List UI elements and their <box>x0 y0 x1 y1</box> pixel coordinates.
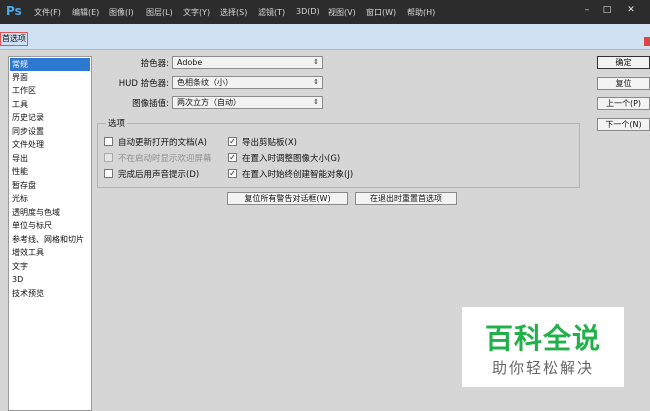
menu-edit[interactable]: 编辑(E) <box>72 7 99 18</box>
options-group-title: 选项 <box>106 117 128 129</box>
dropdown-arrow-icon: ⇕ <box>313 58 319 66</box>
no-welcome-screen-label: 不在启动时显示欢迎屏幕 <box>118 154 212 164</box>
menu-type[interactable]: 文字(Y) <box>183 7 210 18</box>
category-general[interactable]: 常规 <box>10 58 90 71</box>
ok-button[interactable]: 确定 <box>597 56 650 69</box>
category-transparency-gamut[interactable]: 透明度与色域 <box>10 206 90 219</box>
category-list[interactable]: 常规 界面 工作区 工具 历史记录 同步设置 文件处理 导出 性能 暂存盘 光标… <box>8 56 92 411</box>
category-export[interactable]: 导出 <box>10 152 90 165</box>
category-plugins[interactable]: 增效工具 <box>10 246 90 259</box>
watermark-brand: 百科全说 <box>484 322 601 355</box>
maximize-icon[interactable]: □ <box>598 4 616 16</box>
next-button[interactable]: 下一个(N) <box>597 118 650 131</box>
photoshop-logo: Ps <box>6 4 22 18</box>
beep-when-done-label: 完成后用声音提示(D) <box>118 170 200 180</box>
auto-update-docs-checkbox[interactable] <box>104 137 113 146</box>
watermark-slogan: 助你轻松解决 <box>491 359 594 377</box>
category-file-handling[interactable]: 文件处理 <box>10 138 90 151</box>
menu-window[interactable]: 窗口(W) <box>366 7 396 18</box>
category-technology-previews[interactable]: 技术预览 <box>10 287 90 300</box>
category-sync-settings[interactable]: 同步设置 <box>10 125 90 138</box>
dialog-title-bar: 首选项 <box>0 24 650 50</box>
hud-color-picker-label: HUD 拾色器: <box>118 79 169 89</box>
menu-layer[interactable]: 图层(L) <box>146 7 173 18</box>
menu-filter[interactable]: 滤镜(T) <box>258 7 285 18</box>
resize-on-place-checkbox[interactable]: ✓ <box>228 153 237 162</box>
reset-prefs-on-quit-button[interactable]: 在退出时重置首选项 <box>355 192 457 205</box>
color-picker-label: 拾色器: <box>140 59 169 69</box>
menu-3d[interactable]: 3D(D) <box>296 7 320 16</box>
category-history-log[interactable]: 历史记录 <box>10 111 90 124</box>
category-workspace[interactable]: 工作区 <box>10 84 90 97</box>
resize-on-place-label: 在置入时调整图像大小(G) <box>242 154 341 164</box>
category-guides-grid-slices[interactable]: 参考线、网格和切片 <box>10 233 90 246</box>
dialog-title: 首选项 <box>0 32 28 46</box>
menu-help[interactable]: 帮助(H) <box>407 7 435 18</box>
menu-image[interactable]: 图像(I) <box>109 7 134 18</box>
category-type[interactable]: 文字 <box>10 260 90 273</box>
menu-select[interactable]: 选择(S) <box>220 7 247 18</box>
auto-update-docs-label: 自动更新打开的文档(A) <box>118 138 207 148</box>
close-icon[interactable]: ✕ <box>622 4 640 16</box>
reset-warnings-button[interactable]: 复位所有警告对话框(W) <box>227 192 348 205</box>
menu-file[interactable]: 文件(F) <box>34 7 61 18</box>
category-performance[interactable]: 性能 <box>10 165 90 178</box>
export-clipboard-label: 导出剪贴板(X) <box>242 138 297 148</box>
category-cursors[interactable]: 光标 <box>10 192 90 205</box>
prev-button[interactable]: 上一个(P) <box>597 97 650 110</box>
category-3d[interactable]: 3D <box>10 273 90 286</box>
image-interpolation-value: 两次立方（自动） <box>177 98 241 107</box>
smart-object-on-place-label: 在置入时始终创建智能对象(J) <box>242 170 354 180</box>
image-interpolation-label: 图像插值: <box>132 99 169 109</box>
dialog-close-icon[interactable] <box>644 37 650 46</box>
reset-button[interactable]: 复位 <box>597 77 650 90</box>
menu-bar: Ps 文件(F) 编辑(E) 图像(I) 图层(L) 文字(Y) 选择(S) 滤… <box>0 0 650 24</box>
dropdown-arrow-icon: ⇕ <box>313 98 319 106</box>
export-clipboard-checkbox[interactable]: ✓ <box>228 137 237 146</box>
dropdown-arrow-icon: ⇕ <box>313 78 319 86</box>
category-tools[interactable]: 工具 <box>10 98 90 111</box>
color-picker-value: Adobe <box>177 58 203 67</box>
image-interpolation-select[interactable]: 两次立方（自动） ⇕ <box>172 96 323 109</box>
menu-view[interactable]: 视图(V) <box>328 7 356 18</box>
minimize-icon[interactable]: – <box>578 4 596 16</box>
category-interface[interactable]: 界面 <box>10 71 90 84</box>
watermark: 百科全说 助你轻松解决 <box>462 307 624 387</box>
beep-when-done-checkbox[interactable] <box>104 169 113 178</box>
smart-object-on-place-checkbox[interactable]: ✓ <box>228 169 237 178</box>
category-units-rulers[interactable]: 单位与标尺 <box>10 219 90 232</box>
category-scratch-disks[interactable]: 暂存盘 <box>10 179 90 192</box>
color-picker-select[interactable]: Adobe ⇕ <box>172 56 323 69</box>
no-welcome-screen-checkbox[interactable] <box>104 153 113 162</box>
hud-color-picker-select[interactable]: 色相条纹（小） ⇕ <box>172 76 323 89</box>
hud-color-picker-value: 色相条纹（小） <box>177 78 233 87</box>
